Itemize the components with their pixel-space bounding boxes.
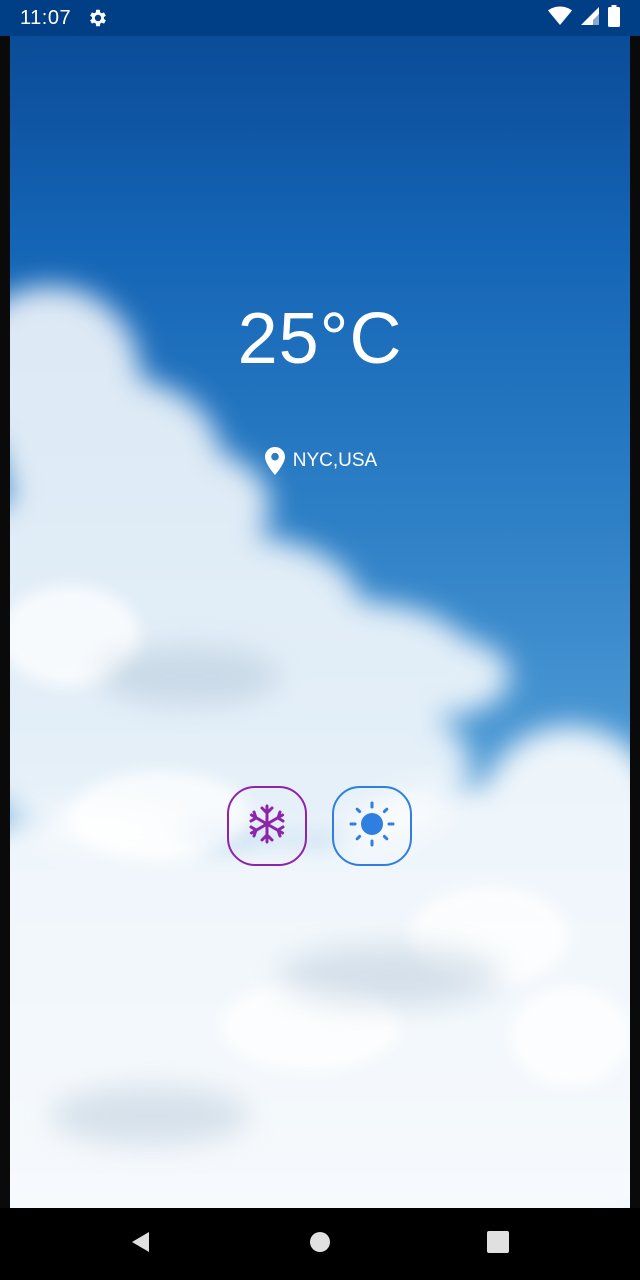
temperature-value: 25°C	[237, 299, 403, 379]
cell-signal-icon	[580, 6, 600, 31]
status-icons	[548, 4, 620, 32]
status-bar: 11:07	[0, 0, 640, 36]
recents-icon	[487, 1230, 509, 1258]
back-icon	[129, 1230, 153, 1259]
battery-icon	[608, 4, 620, 32]
home-button[interactable]	[306, 1230, 334, 1258]
navigation-bar	[0, 1208, 640, 1280]
snowflake-icon	[245, 802, 289, 851]
sunny-mode-button[interactable]	[332, 786, 412, 866]
location-pin-icon	[263, 446, 287, 476]
location-row: NYC,USA	[10, 446, 630, 476]
recents-button[interactable]	[484, 1230, 512, 1258]
app-screen: 11:07 25°C NYC,USA	[0, 0, 640, 1280]
cold-mode-button[interactable]	[227, 786, 307, 866]
home-icon	[309, 1231, 331, 1258]
weather-background: 25°C NYC,USA	[10, 36, 630, 1208]
location-label: NYC,USA	[292, 450, 378, 471]
wifi-icon	[548, 6, 572, 31]
settings-gear-icon	[87, 7, 109, 29]
back-button[interactable]	[127, 1230, 155, 1258]
sun-icon	[348, 800, 396, 853]
status-time: 11:07	[20, 6, 72, 29]
cloud-background	[10, 286, 630, 1208]
